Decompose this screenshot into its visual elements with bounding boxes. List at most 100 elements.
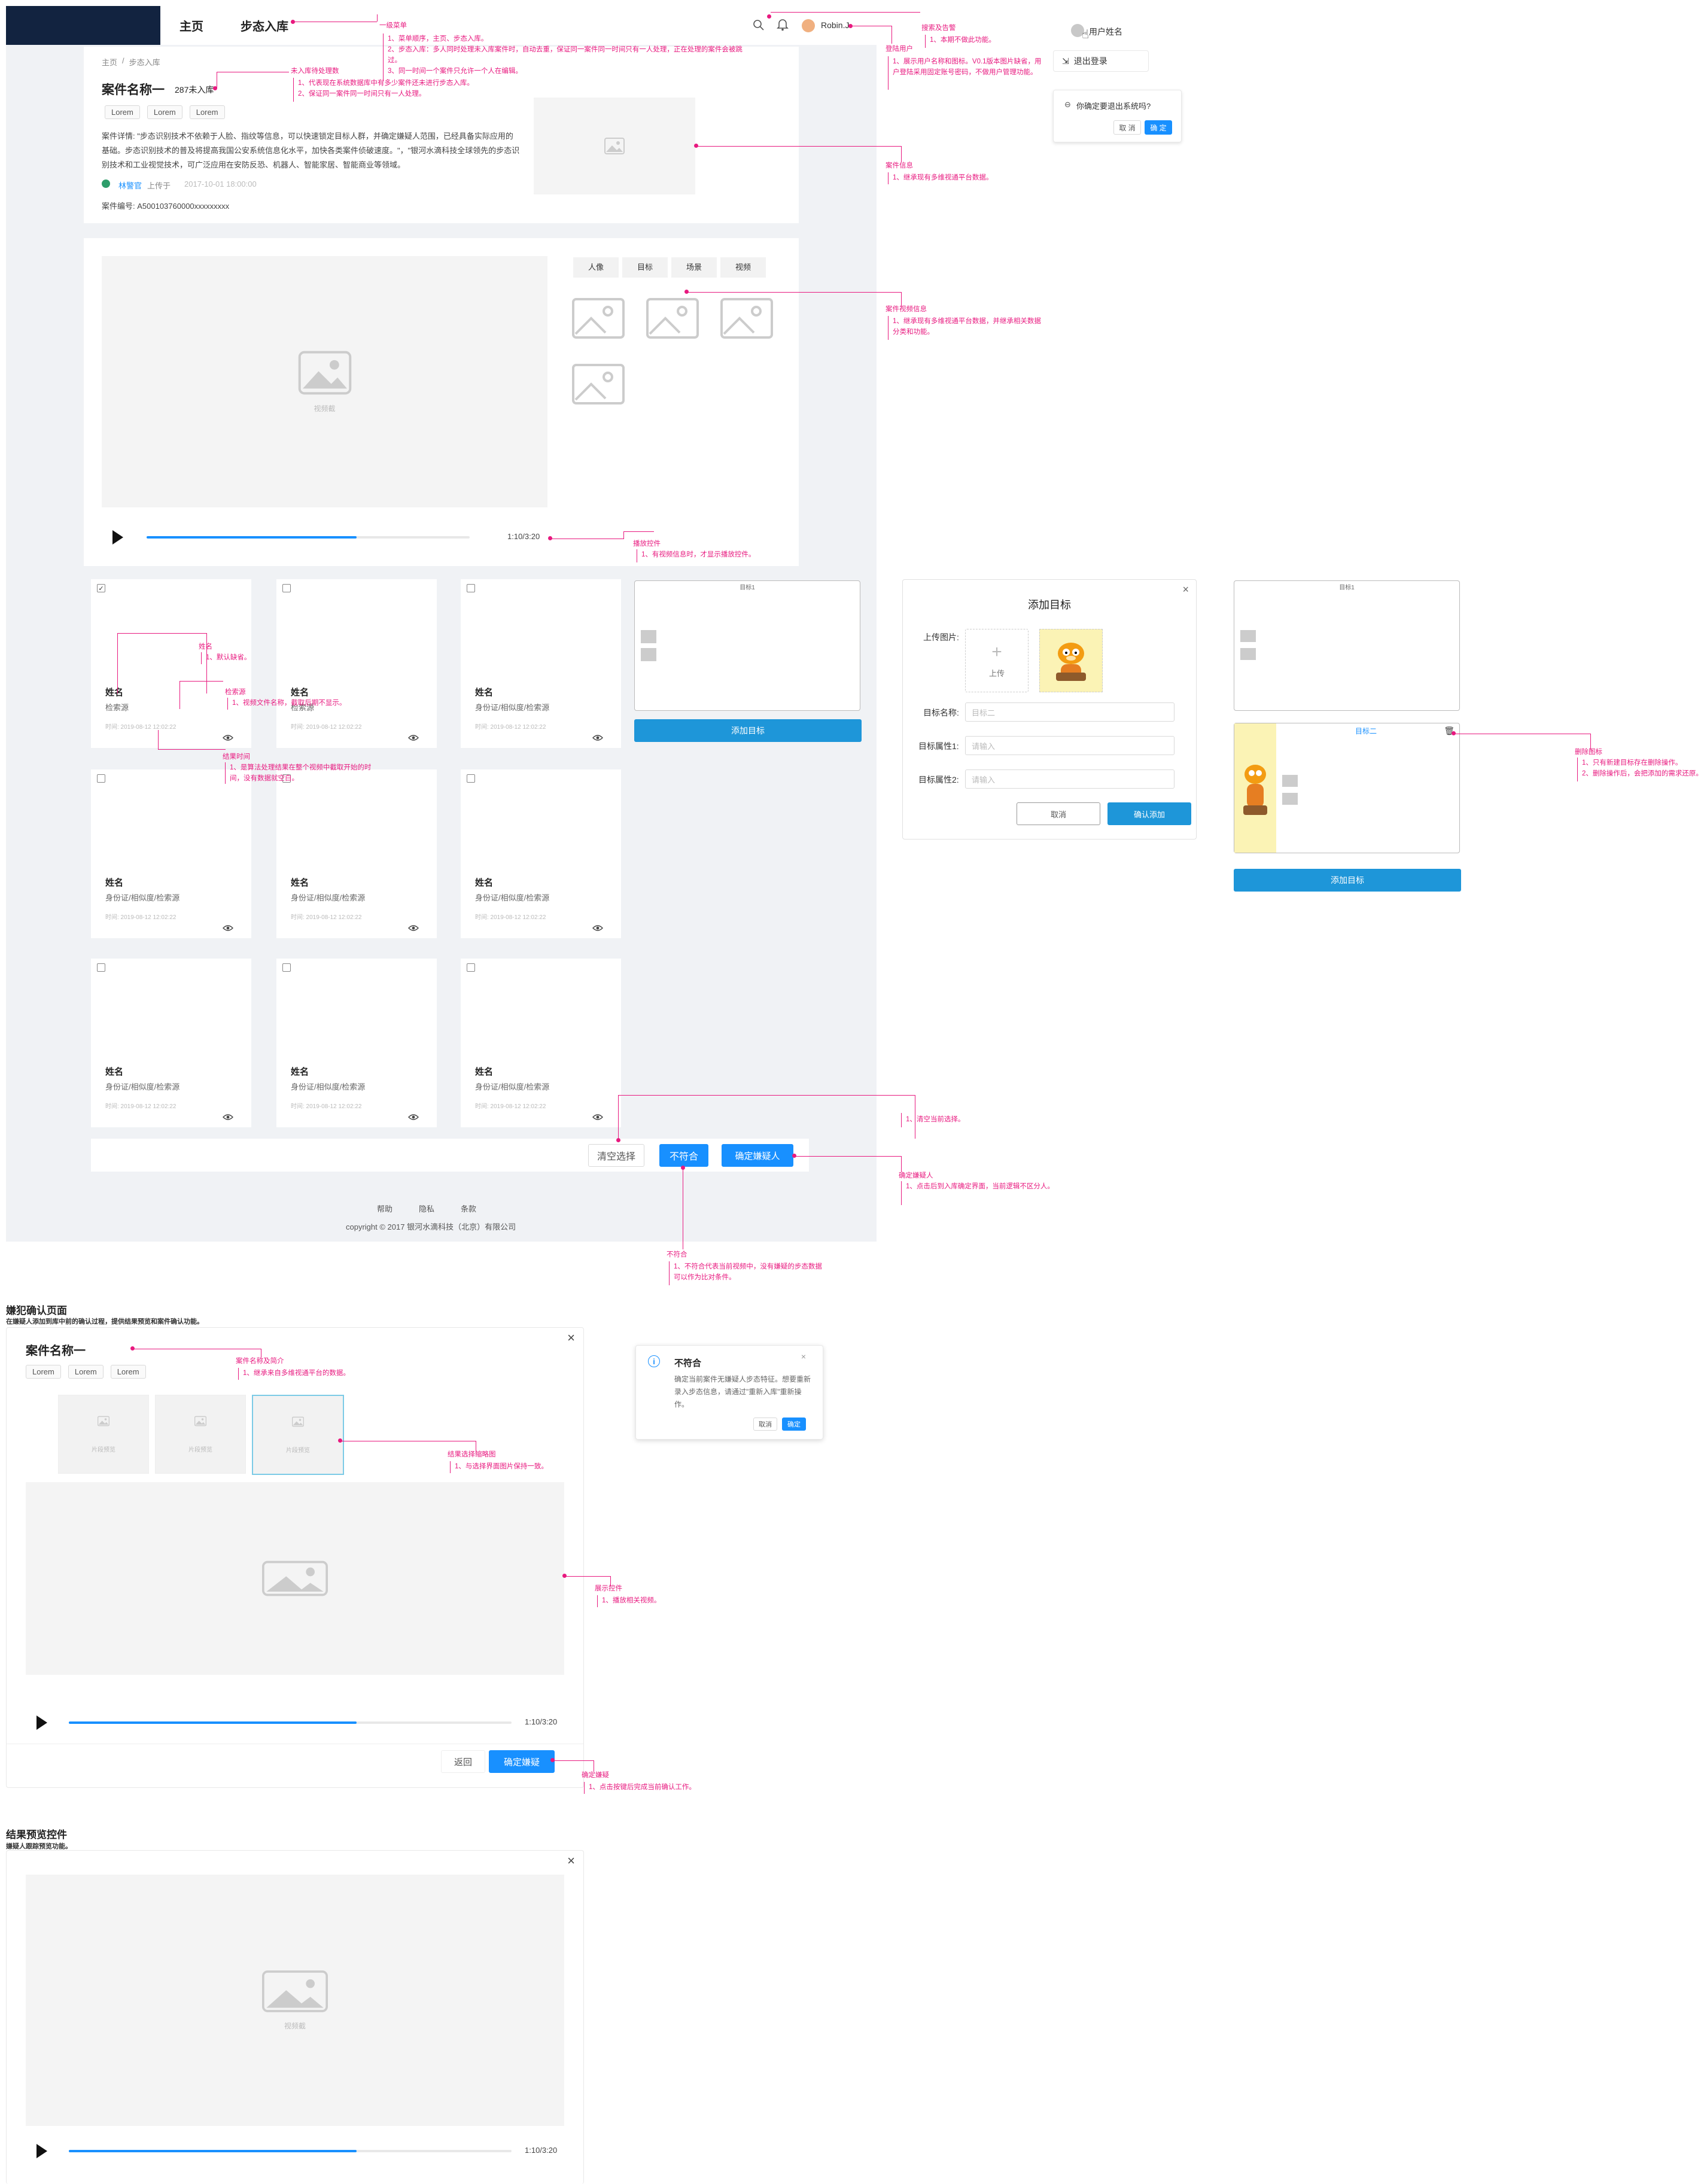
anno-name-body: 1、默认缺省。 (206, 654, 251, 661)
suspect-card[interactable]: 姓名 身份证/相似度/检索源 时间: 2019-08-12 12:02:22 (276, 959, 437, 1127)
reject-popup-ok[interactable]: 确定 (782, 1418, 806, 1431)
back-button[interactable]: 返回 (441, 1750, 485, 1773)
close-icon[interactable]: × (1182, 583, 1189, 596)
image-icon (98, 1416, 109, 1426)
tab-portrait[interactable]: 人像 (573, 257, 619, 278)
preview-thumb[interactable]: 片段预览 (155, 1395, 246, 1474)
logout-button[interactable]: ⇲ 退出登录 (1053, 50, 1149, 72)
tab-target[interactable]: 目标 (622, 257, 668, 278)
attr2-input[interactable]: 请输入 (965, 769, 1174, 789)
add-target-button-2[interactable]: 添加目标 (1234, 869, 1461, 892)
suspect-card[interactable]: 姓名身份证/相似度/检索源 时间: 2019-08-12 12:02:22 (91, 959, 251, 1127)
preview-video-area[interactable]: 视频截 (26, 1875, 564, 2126)
suspect-meta: 身份证/相似度/检索源 (105, 1082, 180, 1091)
uploaded-cat-image[interactable] (1039, 629, 1103, 692)
suspect-time: 时间: 2019-08-12 12:02:22 (291, 914, 362, 921)
suspect-time: 时间: 2019-08-12 12:02:22 (105, 1103, 177, 1110)
eye-icon[interactable] (592, 924, 603, 931)
close-icon[interactable]: × (567, 1853, 575, 1869)
preview-thumb-caption: 片段预览 (286, 1447, 310, 1454)
reject-popup-cancel[interactable]: 取消 (753, 1418, 777, 1431)
confirm-suspect-button[interactable]: 确定嫌疑人 (722, 1144, 793, 1167)
logout-ok-button[interactable]: 确 定 (1145, 120, 1172, 135)
nav-home[interactable]: 主页 (179, 17, 203, 34)
suspect-name: 姓名 (291, 688, 309, 698)
suspect-time: 时间: 2019-08-12 12:02:22 (475, 1103, 546, 1110)
uploader-name[interactable]: 林警官 (118, 180, 142, 191)
eye-icon[interactable] (592, 1113, 603, 1120)
tab-scene[interactable]: 场景 (671, 257, 717, 278)
main-video-area[interactable]: 视频截 (102, 256, 547, 507)
anno-dot (616, 1138, 620, 1142)
confirm-video-area[interactable] (26, 1482, 564, 1675)
case-video-card: 视频截 人像 目标 场景 视频 1:10/3:20 (84, 238, 799, 566)
suspect-checkbox[interactable] (97, 774, 105, 783)
suspect-name: 姓名 (105, 878, 124, 888)
dialog-cancel-button[interactable]: 取消 (1017, 802, 1100, 825)
confirm-suspicion-button[interactable]: 确定嫌疑 (489, 1750, 555, 1773)
thumb-4[interactable] (572, 364, 625, 404)
confirm-progress[interactable] (69, 1721, 512, 1724)
play-icon[interactable] (112, 530, 123, 545)
breadcrumb-home[interactable]: 主页 (102, 56, 117, 68)
anno-casevideo-title: 案件视频信息 (886, 306, 927, 313)
suspect-checkbox[interactable] (97, 963, 105, 972)
video-progress[interactable] (147, 536, 470, 539)
tab-video[interactable]: 视频 (720, 257, 766, 278)
target-panel-title: 目标二 (1355, 727, 1377, 735)
eye-icon[interactable] (223, 924, 233, 931)
anno-delete-title: 删除图标 (1575, 749, 1602, 756)
anno-src-body: 1、视频文件名称，截取后期不显示。 (232, 699, 346, 707)
search-icon[interactable] (753, 19, 765, 31)
play-icon[interactable] (36, 1715, 47, 1730)
attr1-input[interactable]: 请输入 (965, 736, 1174, 755)
play-icon[interactable] (36, 2144, 47, 2158)
suspect-name: 姓名 (105, 1067, 124, 1077)
eye-icon[interactable] (408, 924, 419, 931)
suspect-checkbox[interactable]: ✓ (97, 584, 105, 592)
footer-privacy-link[interactable]: 隐私 (419, 1203, 434, 1214)
suspect-checkbox[interactable] (467, 963, 475, 972)
preview-thumb[interactable]: 片段预览 (58, 1395, 149, 1474)
dialog-confirm-button[interactable]: 确认添加 (1107, 802, 1191, 825)
suspect-card[interactable]: 姓名 身份证/相似度/检索源 时间: 2019-08-12 12:02:22 (276, 769, 437, 938)
upload-box[interactable]: + 上传 (965, 629, 1029, 692)
logout-cancel-button[interactable]: 取 消 (1113, 120, 1141, 135)
suspect-checkbox[interactable] (467, 774, 475, 783)
bell-icon[interactable] (777, 18, 789, 31)
anno-reject-title: 不符合 (667, 1251, 687, 1258)
footer-terms-link[interactable]: 条款 (461, 1203, 476, 1214)
suspect-card[interactable]: 姓名 身份证/相似度/检索源 时间: 2019-08-12 12:02:22 (91, 769, 251, 938)
reject-button[interactable]: 不符合 (659, 1144, 708, 1167)
footer-help-link[interactable]: 帮助 (377, 1203, 392, 1214)
suspect-checkbox[interactable] (282, 584, 291, 592)
anno-count-body: 1、代表现在系统数据库中有多少案件还未进行步态入库。 2、保证同一案件同一时间只… (298, 80, 474, 98)
user-name[interactable]: Robin.J (821, 20, 849, 30)
nav-step-storage[interactable]: 步态入库 (241, 17, 288, 34)
eye-icon[interactable] (223, 1113, 233, 1120)
breadcrumb-current: 步态入库 (129, 58, 160, 67)
suspect-card[interactable]: 姓名 检索源 时间: 2019-08-12 12:02:22 (276, 579, 437, 748)
suspect-checkbox[interactable] (282, 963, 291, 972)
preview-progress[interactable] (69, 2150, 512, 2152)
add-target-button[interactable]: 添加目标 (634, 719, 862, 742)
target-name-input[interactable]: 目标二 (965, 702, 1174, 722)
anno-bracket (584, 1782, 585, 1794)
footer-links: 帮助 隐私 条款 (377, 1203, 476, 1214)
thumb-1[interactable] (572, 298, 625, 339)
confirm-tag: Lorem (68, 1365, 104, 1379)
suspect-card[interactable]: 姓名 身份证/相似度/检索源 时间: 2019-08-12 12:02:22 (461, 959, 621, 1127)
logout-confirm-popover: ⊖ 你确定要退出系统吗? 取 消 确 定 (1053, 90, 1182, 142)
close-icon[interactable]: × (801, 1352, 806, 1361)
anno-caseinfo-title: 案件信息 (886, 162, 913, 169)
suspect-checkbox[interactable] (467, 584, 475, 592)
eye-icon[interactable] (408, 1113, 419, 1120)
eye-icon[interactable] (408, 734, 419, 741)
clear-selection-button[interactable]: 清空选择 (588, 1144, 644, 1167)
eye-icon[interactable] (592, 734, 603, 741)
preview-thumb-selected[interactable]: 片段预览 (252, 1395, 344, 1475)
close-icon[interactable]: × (567, 1330, 575, 1346)
suspect-card[interactable]: 姓名 身份证/相似度/检索源 时间: 2019-08-12 12:02:22 (461, 769, 621, 938)
avatar[interactable] (802, 19, 815, 32)
suspect-card[interactable]: 姓名 身份证/相似度/检索源 时间: 2019-08-12 12:02:22 (461, 579, 621, 748)
